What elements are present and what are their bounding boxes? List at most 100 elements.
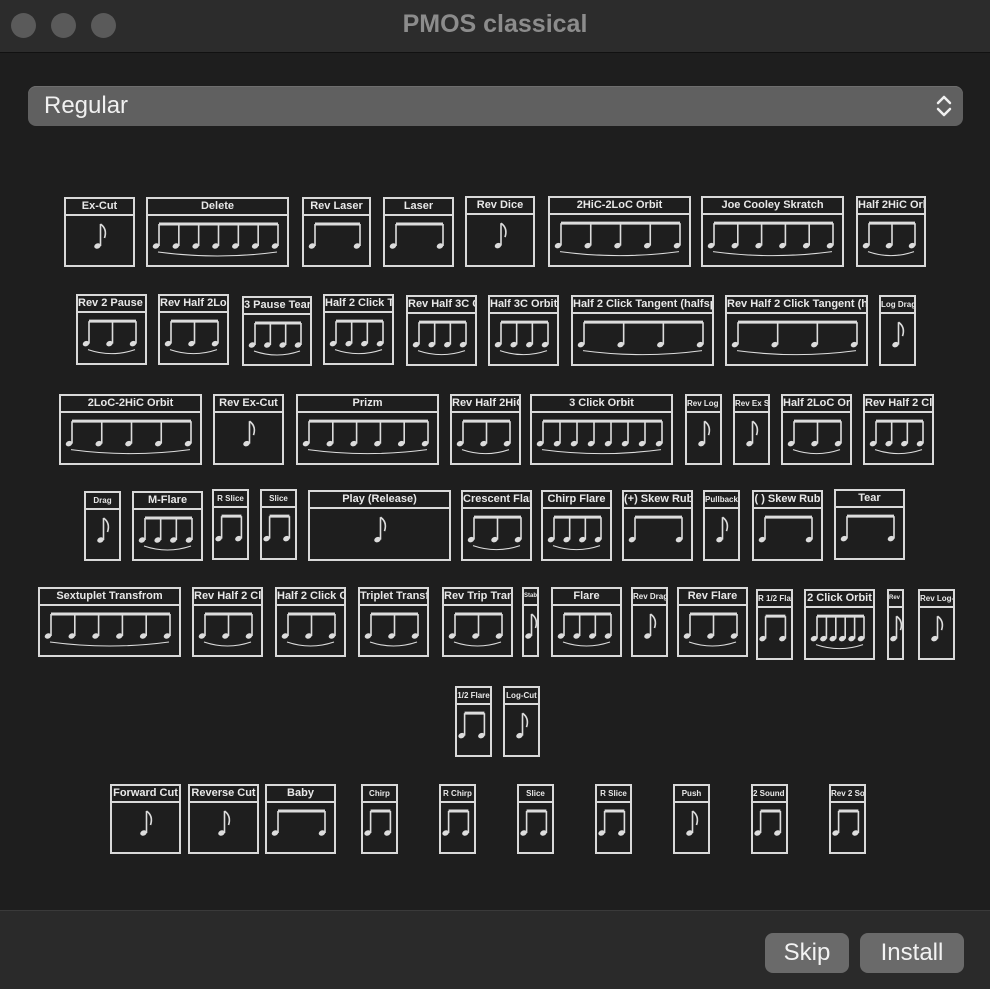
- technique-card-rev-half-2-click-tangent-halfspeed[interactable]: Rev Half 2 Click Tangent (halfspeed): [725, 295, 868, 366]
- technique-card-2-click-orbit[interactable]: 2 Click Orbit: [804, 589, 875, 660]
- music-notation-icon: [364, 612, 419, 647]
- music-notation-icon: [215, 514, 243, 542]
- technique-card-rev-2-sound-transform[interactable]: Rev 2 Sound Transform: [829, 784, 866, 854]
- technique-card-half-2-click-tangent-halfspeed[interactable]: Half 2 Click Tangent (halfspeed): [571, 295, 714, 366]
- music-notation-icon: [364, 809, 392, 836]
- technique-card-rev-ex-cut[interactable]: Rev Ex-Cut: [213, 394, 284, 465]
- technique-card-rev-laser[interactable]: Rev Laser: [302, 197, 371, 267]
- technique-card-joe-cooley-skratch[interactable]: Joe Cooley Skratch: [701, 196, 844, 267]
- music-notation-icon: [263, 514, 291, 542]
- technique-card-forward-cut[interactable]: Forward Cut: [110, 784, 181, 854]
- technique-card-rev-half-2-click-orbit[interactable]: Rev Half 2 Click Orbit: [192, 587, 263, 657]
- technique-card-rev-log-cut[interactable]: Rev Log-Cut: [918, 589, 955, 660]
- technique-card-rev-half-2-click-tangent[interactable]: Rev Half 2 Click Tangent: [863, 394, 934, 465]
- technique-card-triplet-transform[interactable]: Triplet Transform: [358, 587, 429, 657]
- install-button[interactable]: Install: [860, 933, 964, 973]
- technique-card-baby[interactable]: Baby: [265, 784, 336, 854]
- technique-card-2loc-2hic-orbit[interactable]: 2LoC-2HiC Orbit: [59, 394, 202, 465]
- technique-card-skew-rub[interactable]: (+) Skew Rub: [622, 490, 693, 561]
- music-notation-icon: [467, 515, 522, 551]
- technique-card-log-cut[interactable]: Log-Cut: [503, 686, 540, 757]
- technique-card-3-click-orbit[interactable]: 3 Click Orbit: [530, 394, 673, 465]
- music-notation-icon: [302, 419, 429, 455]
- technique-card-push[interactable]: Push: [673, 784, 710, 854]
- technique-label: Drag: [86, 493, 119, 510]
- technique-card-rev-trip-transform[interactable]: Rev Trip Transform: [442, 587, 513, 657]
- chevron-up-down-icon: [936, 95, 952, 117]
- technique-card-reverse-cut[interactable]: Reverse Cut: [188, 784, 259, 854]
- technique-card-rev-half-3c-orbit[interactable]: Rev Half 3C Orbit: [406, 295, 477, 366]
- music-notation-icon: [520, 809, 548, 836]
- technique-label: Stab: [524, 589, 537, 606]
- technique-card-skew-rub[interactable]: ( ) Skew Rub: [752, 490, 823, 561]
- technique-card-half-2loc-orbit[interactable]: Half 2LoC Orbit: [781, 394, 852, 465]
- technique-card-m-flare[interactable]: M-Flare: [132, 491, 203, 561]
- technique-card-log-drag[interactable]: Log Drag: [879, 295, 916, 366]
- technique-label: Log Drag: [881, 297, 914, 314]
- technique-card-2-sound-transform[interactable]: 2 Sound Transform: [751, 784, 788, 854]
- technique-card-rev-log-drag[interactable]: Rev Log Drag: [685, 394, 722, 465]
- technique-card-half-2-click-tangent[interactable]: Half 2 Click Tangent: [323, 294, 394, 365]
- technique-card-r-slice[interactable]: R Slice: [212, 489, 249, 560]
- music-notation-icon: [374, 516, 387, 543]
- music-notation-icon: [698, 420, 711, 447]
- style-select[interactable]: Regular: [28, 86, 963, 126]
- technique-label: Rev Log Drag: [687, 396, 720, 413]
- technique-card-stab[interactable]: Stab: [522, 587, 539, 657]
- slur-curve: [559, 251, 680, 257]
- technique-card-pullback[interactable]: Pullback: [703, 490, 740, 561]
- technique-card-rev-half-2hic-orbit[interactable]: Rev Half 2HiC Orbit: [450, 394, 521, 465]
- technique-card-rev-dice[interactable]: Rev Dice: [465, 196, 535, 267]
- technique-card-drag[interactable]: Drag: [84, 491, 121, 561]
- music-notation-icon: [810, 614, 865, 650]
- technique-card-tear[interactable]: Tear: [834, 489, 905, 560]
- technique-card-crescent-flare[interactable]: Crescent Flare: [461, 490, 532, 561]
- music-notation-icon: [787, 419, 842, 455]
- technique-card-half-3c-orbit[interactable]: Half 3C Orbit: [488, 295, 559, 366]
- technique-card-rev-stab[interactable]: Rev Stab: [887, 589, 904, 660]
- technique-card-3-pause-tear[interactable]: 3 Pause Tear: [242, 296, 312, 366]
- technique-card-chirp[interactable]: Chirp: [361, 784, 398, 854]
- technique-card-r-slice[interactable]: R Slice: [595, 784, 632, 854]
- music-notation-icon: [554, 221, 681, 257]
- technique-card-play-release[interactable]: Play (Release): [308, 490, 451, 561]
- slur-curve: [203, 641, 252, 647]
- technique-label: 1/2 Flare: [457, 688, 490, 705]
- technique-label: Rev Half 2 Click Orbit: [194, 589, 261, 606]
- technique-card-slice[interactable]: Slice: [517, 784, 554, 854]
- technique-card-rev-2-pause-tear[interactable]: Rev 2 Pause Tear: [76, 294, 147, 365]
- slur-curve: [792, 449, 841, 455]
- technique-label: Rev Laser: [304, 199, 369, 216]
- technique-card-2hic-2loc-orbit[interactable]: 2HiC-2LoC Orbit: [548, 196, 691, 267]
- technique-card-rev-flare[interactable]: Rev Flare: [677, 587, 748, 657]
- technique-card-chirp-flare[interactable]: Chirp Flare: [541, 490, 612, 561]
- music-notation-icon: [164, 319, 219, 355]
- technique-label: Laser: [385, 199, 452, 216]
- technique-card-laser[interactable]: Laser: [383, 197, 454, 267]
- technique-label: Rev Half 2 Click Tangent (halfspeed): [727, 297, 866, 314]
- technique-label: Half 2HiC Orbit: [858, 198, 924, 215]
- technique-card-r-chirp[interactable]: R Chirp: [439, 784, 476, 854]
- music-notation-icon: [329, 319, 384, 355]
- technique-card-rev-drag[interactable]: Rev Drag: [631, 587, 668, 657]
- technique-card-r-1-2-flare[interactable]: R 1/2 Flare: [756, 589, 793, 660]
- technique-card-flare[interactable]: Flare: [551, 587, 622, 657]
- technique-card-ex-cut[interactable]: Ex-Cut: [64, 197, 135, 267]
- technique-card-delete[interactable]: Delete: [146, 197, 289, 267]
- slur-curve: [461, 449, 510, 455]
- technique-card-rev-half-2loc-orbit[interactable]: Rev Half 2LoC Orbit: [158, 294, 229, 365]
- technique-card-sextuplet-transfrom[interactable]: Sextuplet Transfrom: [38, 587, 181, 657]
- technique-card-prizm[interactable]: Prizm: [296, 394, 439, 465]
- technique-label: Reverse Cut: [190, 786, 257, 803]
- technique-card-half-2-click-orbit[interactable]: Half 2 Click Orbit: [275, 587, 346, 657]
- slur-curve: [453, 641, 502, 647]
- music-notation-icon: [442, 809, 470, 836]
- technique-card-slice[interactable]: Slice: [260, 489, 297, 560]
- technique-label: Rev Flare: [679, 589, 746, 606]
- technique-label: Half 2 Click Orbit: [277, 589, 344, 606]
- skip-button[interactable]: Skip: [765, 933, 849, 973]
- slur-curve: [688, 641, 737, 647]
- technique-card-half-2hic-orbit[interactable]: Half 2HiC Orbit: [856, 196, 926, 267]
- technique-card-rev-ex-stab[interactable]: Rev Ex Stab: [733, 394, 770, 465]
- technique-card-1-2-flare[interactable]: 1/2 Flare: [455, 686, 492, 757]
